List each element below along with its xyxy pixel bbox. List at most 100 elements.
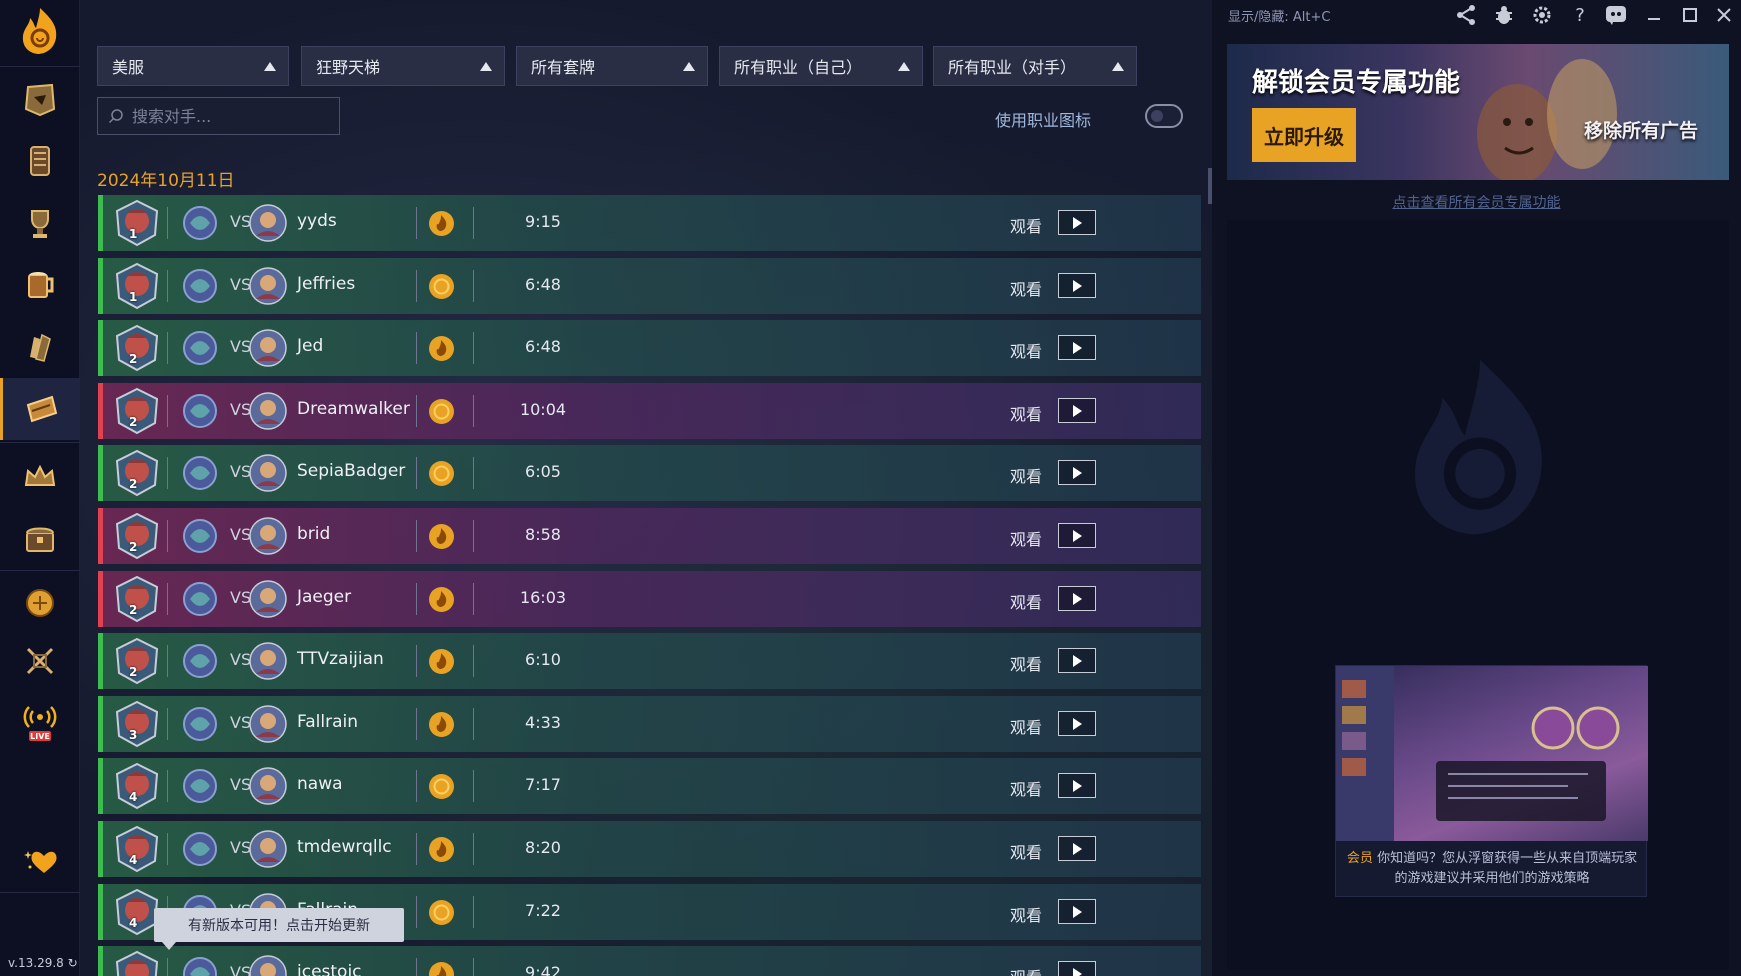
tip-card[interactable]: 会员 你知道吗？您从浮窗获得一些从来自顶端玩家的游戏建议并采用他们的游戏策略 — [1335, 665, 1648, 897]
sidebar-item-live[interactable]: LIVE — [0, 692, 80, 754]
sidebar-item-tavern[interactable] — [0, 254, 80, 316]
play-replay-button[interactable] — [1058, 335, 1096, 360]
premium-features-link[interactable]: 点击查看所有会员专属功能 — [1212, 192, 1741, 212]
shield-deck-icon — [24, 83, 56, 117]
opponent-hero-icon — [249, 329, 287, 367]
bug-icon[interactable] — [1492, 3, 1516, 27]
watch-label[interactable]: 观看 — [1010, 714, 1042, 738]
opp-class-dropdown[interactable]: 所有职业（对手） — [933, 46, 1137, 86]
match-row[interactable]: 1 VS yyds 9:15 观看 — [98, 195, 1201, 251]
play-replay-button[interactable] — [1058, 836, 1096, 861]
play-replay-button[interactable] — [1058, 648, 1096, 673]
rank-number: 2 — [129, 540, 138, 554]
premium-promo-banner[interactable]: 解锁会员专属功能 立即升级 移除所有广告 — [1227, 44, 1729, 180]
watch-label[interactable]: 观看 — [1010, 526, 1042, 550]
live-broadcast-icon: LIVE — [23, 706, 57, 741]
watch-label[interactable]: 观看 — [1010, 776, 1042, 800]
sidebar-item-arena[interactable] — [0, 316, 80, 378]
watch-label[interactable]: 观看 — [1010, 839, 1042, 863]
search-input[interactable] — [132, 106, 322, 126]
play-replay-button[interactable] — [1058, 773, 1096, 798]
opponent-name: Jaeger — [297, 587, 352, 607]
match-row[interactable]: 3 VS Fallrain 4:33 观看 — [98, 696, 1201, 752]
opponent-hero-icon — [249, 517, 287, 555]
sidebar-item-achievements[interactable] — [0, 192, 80, 254]
divider — [167, 395, 168, 427]
crown-icon — [24, 464, 56, 486]
opponent-search[interactable] — [97, 97, 340, 135]
watch-label[interactable]: 观看 — [1010, 338, 1042, 362]
play-replay-button[interactable] — [1058, 961, 1096, 976]
minimize-icon[interactable] — [1642, 3, 1666, 27]
play-replay-button[interactable] — [1058, 210, 1096, 235]
play-replay-button[interactable] — [1058, 523, 1096, 548]
match-row[interactable]: 2 VS TTVzaijian 6:10 观看 — [98, 633, 1201, 689]
vs-label: VS — [230, 525, 252, 544]
sidebar-item-decks[interactable] — [0, 68, 80, 130]
svg-text:?: ? — [1575, 5, 1585, 26]
maximize-icon[interactable] — [1678, 3, 1702, 27]
match-row[interactable]: 2 VS Jed 6:48 观看 — [98, 320, 1201, 376]
my-class-icon — [183, 269, 217, 303]
watch-label[interactable]: 观看 — [1010, 964, 1042, 976]
opponent-name: Dreamwalker — [297, 399, 410, 419]
watch-label[interactable]: 观看 — [1010, 902, 1042, 926]
play-replay-button[interactable] — [1058, 899, 1096, 924]
match-row[interactable]: 4 VS tmdewrqllc 8:20 观看 — [98, 821, 1201, 877]
sidebar-item-collection[interactable] — [0, 130, 80, 192]
mode-dropdown[interactable]: 狂野天梯 — [301, 46, 505, 86]
coin-icon — [429, 274, 454, 299]
watch-label[interactable]: 观看 — [1010, 276, 1042, 300]
match-row[interactable]: 4 VS icestoic 9:42 观看 — [98, 946, 1201, 976]
divider — [416, 457, 417, 489]
vs-label: VS — [230, 337, 252, 356]
gear-icon[interactable] — [1530, 3, 1554, 27]
play-replay-button[interactable] — [1058, 273, 1096, 298]
watch-label[interactable]: 观看 — [1010, 401, 1042, 425]
play-replay-button[interactable] — [1058, 586, 1096, 611]
rank-number: 4 — [129, 853, 138, 867]
close-icon[interactable] — [1712, 3, 1736, 27]
app-logo-icon[interactable] — [18, 6, 62, 56]
class-icon-toggle[interactable] — [1145, 104, 1183, 128]
match-row[interactable]: 2 VS Dreamwalker 10:04 观看 — [98, 383, 1201, 439]
deck-value: 所有套牌 — [531, 58, 596, 77]
sidebar-item-battlegrounds[interactable] — [0, 572, 80, 634]
share-icon[interactable] — [1454, 3, 1478, 27]
region-dropdown[interactable]: 美服 — [97, 46, 289, 86]
match-row[interactable]: 2 VS brid 8:58 观看 — [98, 508, 1201, 564]
sidebar-item-duels[interactable] — [0, 630, 80, 692]
deck-dropdown[interactable]: 所有套牌 — [516, 46, 708, 86]
match-row[interactable]: 2 VS SepiaBadger 6:05 观看 — [98, 445, 1201, 501]
caret-up-icon — [683, 62, 695, 71]
match-row[interactable]: 2 VS Jaeger 16:03 观看 — [98, 571, 1201, 627]
opponent-hero-icon — [249, 392, 287, 430]
sidebar-item-packs[interactable] — [0, 508, 80, 570]
divider — [167, 207, 168, 239]
watch-label[interactable]: 观看 — [1010, 213, 1042, 237]
watch-label[interactable]: 观看 — [1010, 463, 1042, 487]
first-turn-icon — [429, 962, 454, 976]
help-icon[interactable]: ? — [1568, 3, 1592, 27]
match-row[interactable]: 4 VS nawa 7:17 观看 — [98, 758, 1201, 814]
sidebar-item-replays[interactable] — [0, 378, 80, 440]
watch-label[interactable]: 观看 — [1010, 589, 1042, 613]
caret-up-icon — [1112, 62, 1124, 71]
play-replay-button[interactable] — [1058, 460, 1096, 485]
divider — [167, 770, 168, 802]
watch-label[interactable]: 观看 — [1010, 651, 1042, 675]
match-duration: 9:42 — [525, 963, 561, 976]
opponent-hero-icon — [249, 830, 287, 868]
play-replay-button[interactable] — [1058, 398, 1096, 423]
refresh-icon[interactable]: ↻ — [68, 956, 78, 970]
sidebar-item-legends[interactable] — [0, 446, 80, 508]
upgrade-button[interactable]: 立即升级 — [1252, 108, 1356, 162]
update-banner[interactable]: 有新版本可用！点击开始更新 — [154, 908, 404, 950]
match-row[interactable]: 1 VS Jeffries 6:48 观看 — [98, 258, 1201, 314]
play-replay-button[interactable] — [1058, 711, 1096, 736]
discord-icon[interactable] — [1604, 3, 1628, 27]
my-class-dropdown[interactable]: 所有职业（自己） — [719, 46, 923, 86]
sidebar-item-premium[interactable] — [0, 830, 80, 892]
divider — [473, 958, 474, 976]
opponent-hero-icon — [249, 705, 287, 743]
